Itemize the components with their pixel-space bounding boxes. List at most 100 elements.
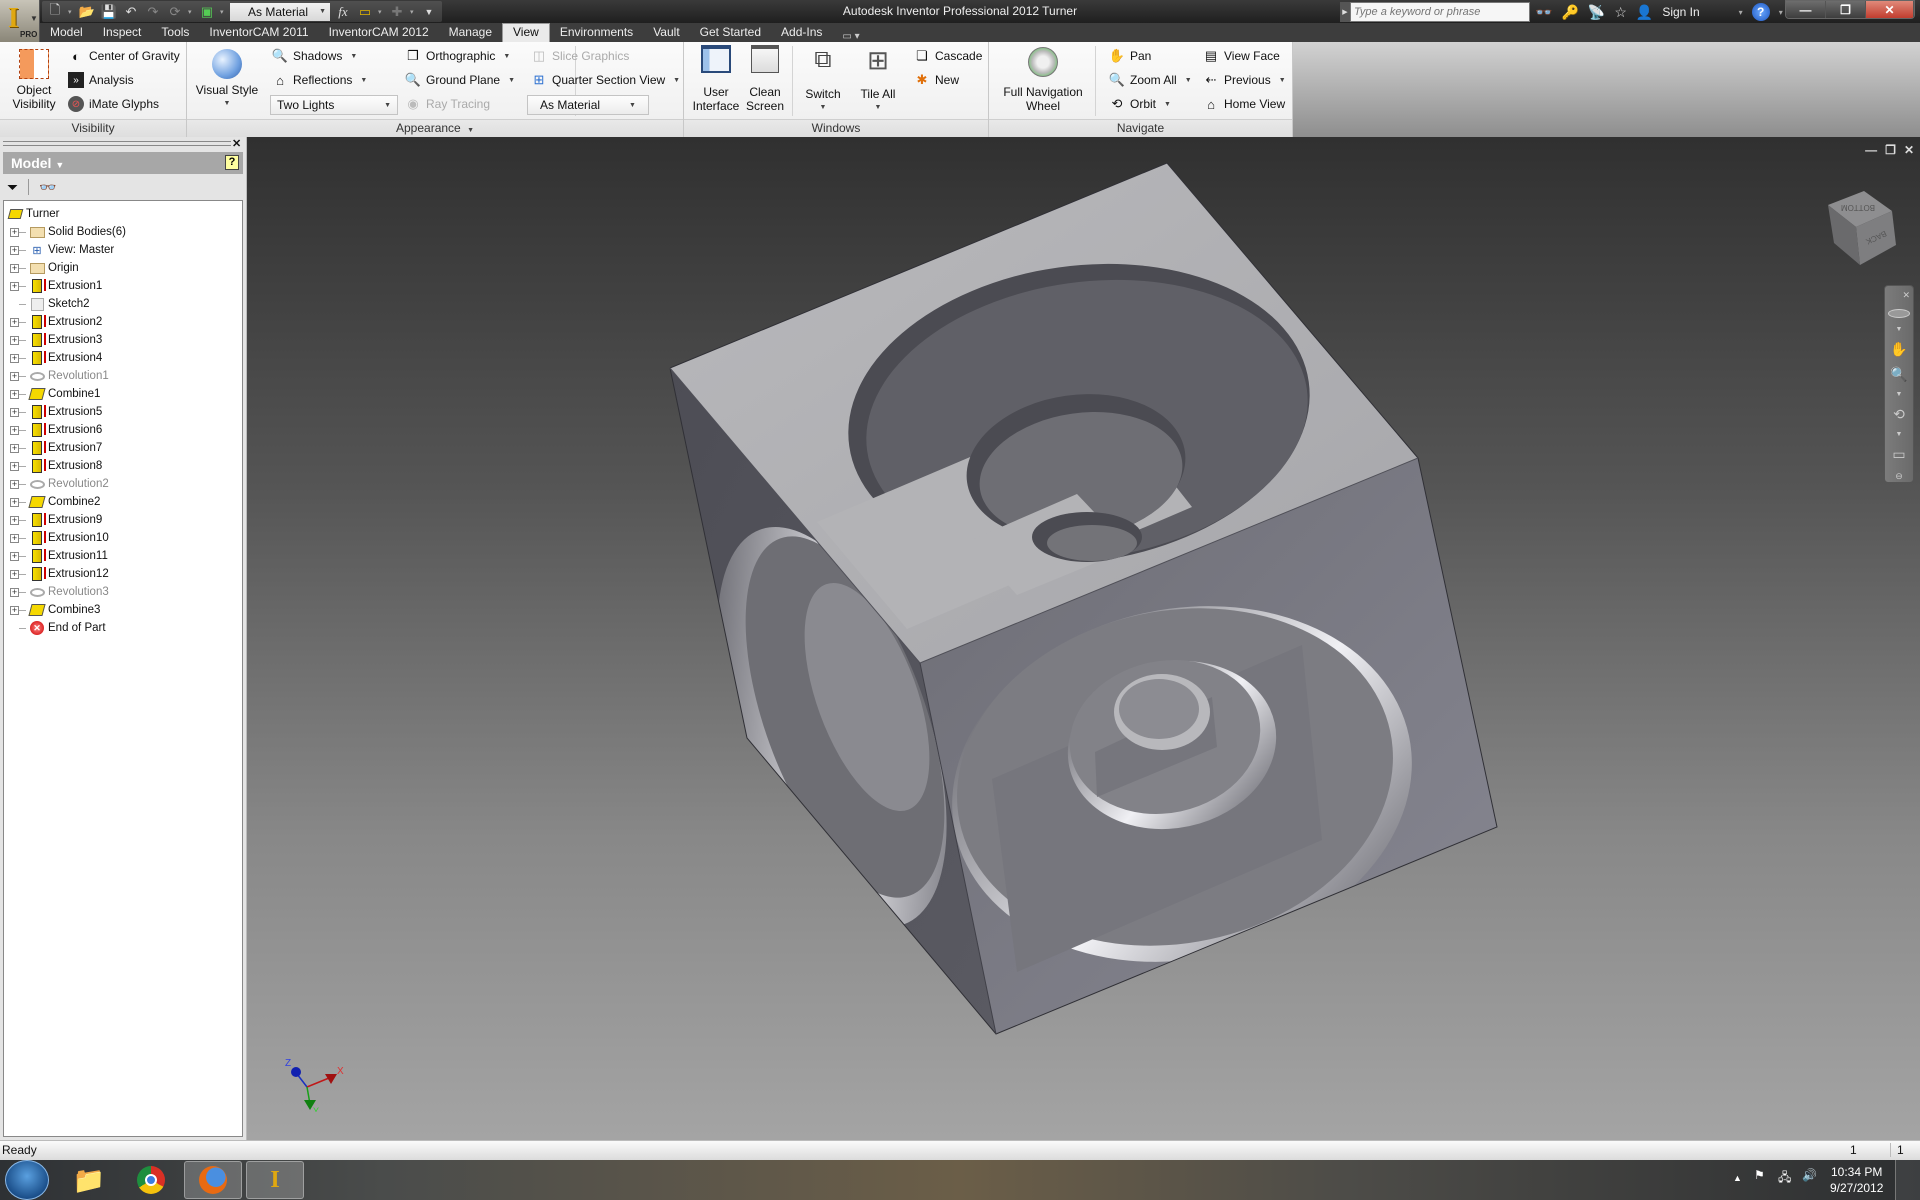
expand-icon[interactable]: + (10, 533, 19, 543)
tree-node[interactable]: + Extrusion1 (4, 277, 242, 295)
tree-node[interactable]: + Revolution2 (4, 475, 242, 493)
binoculars-icon[interactable]: 👓 (39, 179, 56, 196)
update-icon[interactable]: ⟳ (166, 4, 184, 20)
binoculars-icon[interactable]: 👓 (1535, 4, 1552, 21)
expand-icon[interactable]: + (10, 227, 19, 237)
tree-node[interactable]: + Extrusion5 (4, 403, 242, 421)
ray-tracing-button[interactable]: ◉ Ray Tracing (405, 94, 490, 114)
ribbon-minimize-icon[interactable]: ▭ ▾ (832, 31, 869, 42)
expand-icon[interactable]: + (10, 605, 19, 615)
browser-header[interactable]: Model ▼ ? (3, 152, 243, 174)
minimize-button[interactable]: — (1786, 1, 1826, 18)
slice-graphics-button[interactable]: ◫ Slice Graphics (531, 46, 630, 66)
ground-plane-button[interactable]: 🔍 Ground Plane ▼ (405, 70, 515, 90)
network-icon[interactable]: 🖧 (1778, 1168, 1791, 1189)
key-icon[interactable]: 🔑 (1561, 4, 1578, 21)
expand-icon[interactable]: + (10, 479, 19, 489)
object-visibility-button[interactable]: Object Visibility (6, 45, 62, 111)
browser-help-icon[interactable]: ? (225, 155, 239, 170)
pan-hand-icon[interactable]: ✋ (1890, 341, 1907, 358)
shadows-button[interactable]: 🔍 Shadows ▼ (272, 46, 357, 66)
parameters-fx-icon[interactable]: fx (334, 4, 352, 20)
chevron-down-icon[interactable]: ▼ (1896, 391, 1903, 398)
part-model[interactable] (247, 137, 1920, 1140)
tree-node[interactable]: + Extrusion7 (4, 439, 242, 457)
restore-button[interactable]: ❐ (1826, 1, 1866, 18)
expand-icon[interactable]: + (10, 389, 19, 399)
tree-node[interactable]: + Combine1 (4, 385, 242, 403)
tile-all-button[interactable]: ⊞ Tile All ▼ (854, 45, 902, 115)
analysis-button[interactable]: » Analysis (68, 70, 134, 90)
navbar-close-icon[interactable]: ✕ (1902, 290, 1910, 301)
navbar-options-icon[interactable]: ⊖ (1895, 471, 1903, 482)
orbit-icon[interactable]: ⟲ (1893, 406, 1905, 423)
close-button[interactable]: ✕ (1866, 1, 1914, 18)
tree-node[interactable]: + ⊞ View: Master (4, 241, 242, 259)
tree-node[interactable]: + Combine2 (4, 493, 242, 511)
viewcube[interactable]: BOTTOM BACK (1824, 187, 1900, 267)
graphics-viewport[interactable]: — ❐ ✕ BOTTOM BACK ✕ ▼ ✋ 🔍 ▼ ⟲ ▼ ▭ ⊖ Z X … (247, 137, 1920, 1140)
filter-icon[interactable]: ⏷ (7, 179, 18, 196)
expand-icon[interactable]: + (10, 353, 19, 363)
action-center-flag-icon[interactable]: ⚑ (1754, 1168, 1765, 1182)
tree-node[interactable]: + Extrusion9 (4, 511, 242, 529)
tray-expand-icon[interactable]: ▲ (1733, 1173, 1742, 1183)
new-window-button[interactable]: ✱ New (914, 70, 959, 90)
full-navigation-wheel-button[interactable]: Full Navigation Wheel (995, 45, 1091, 113)
system-clock[interactable]: 10:34 PM 9/27/2012 (1830, 1164, 1883, 1196)
user-icon[interactable]: 👤 (1636, 4, 1653, 21)
tree-node[interactable]: + Extrusion2 (4, 313, 242, 331)
tree-node[interactable]: + Extrusion6 (4, 421, 242, 439)
appearance-select[interactable]: As Material ▼ (527, 95, 649, 115)
material-select[interactable]: As Material ▼ (230, 2, 330, 21)
select-icon[interactable]: ▣ (198, 4, 216, 20)
orthographic-button[interactable]: ❒ Orthographic ▼ (405, 46, 510, 66)
update-dropdown-icon[interactable]: ▾ (188, 8, 194, 16)
expand-icon[interactable]: + (10, 407, 19, 417)
zoom-all-button[interactable]: 🔍 Zoom All ▼ (1109, 70, 1192, 90)
browser-close-icon[interactable]: ✕ (232, 137, 241, 150)
user-interface-button[interactable]: User Interface (690, 45, 742, 113)
undo-icon[interactable]: ↶ (122, 4, 140, 20)
tab-inspect[interactable]: Inspect (93, 24, 152, 42)
help-dropdown-icon[interactable]: ▾ (1779, 8, 1783, 17)
tab-model[interactable]: Model (40, 24, 93, 42)
tree-node[interactable]: + Combine3 (4, 601, 242, 619)
tree-node[interactable]: + Revolution3 (4, 583, 242, 601)
tab-manage[interactable]: Manage (439, 24, 502, 42)
tree-node[interactable]: ✕ End of Part (4, 619, 242, 637)
select-dropdown-icon[interactable]: ▾ (220, 8, 226, 16)
tree-node[interactable]: + Origin (4, 259, 242, 277)
visual-style-button[interactable]: Visual Style ▼ (195, 45, 259, 111)
expand-icon[interactable]: + (10, 245, 19, 255)
tree-node[interactable]: + Extrusion12 (4, 565, 242, 583)
taskbar-explorer[interactable]: 📁 (60, 1161, 118, 1199)
steering-wheel-icon[interactable] (1888, 309, 1910, 318)
switch-button[interactable]: ⧉ Switch ▼ (798, 45, 848, 115)
taskbar-chrome[interactable] (122, 1161, 180, 1199)
tree-node[interactable]: + Extrusion4 (4, 349, 242, 367)
search-input[interactable] (1350, 2, 1530, 22)
clean-screen-button[interactable]: Clean Screen (742, 45, 788, 113)
expand-search-icon[interactable]: ▶ (1340, 2, 1350, 22)
expand-icon[interactable]: + (10, 317, 19, 327)
browser-grip[interactable] (3, 141, 231, 146)
tab-environments[interactable]: Environments (550, 24, 643, 42)
tab-tools[interactable]: Tools (151, 24, 199, 42)
measure-dropdown-icon[interactable]: ▾ (378, 8, 384, 16)
pan-button[interactable]: ✋ Pan (1109, 46, 1151, 66)
tab-inventorcam-2011[interactable]: InventorCAM 2011 (199, 24, 318, 42)
appearance-panel-label[interactable]: Appearance ▼ (187, 119, 683, 137)
plus-icon[interactable]: ✚ (388, 4, 406, 20)
measure-icon[interactable]: ▭ (356, 4, 374, 20)
sign-in-dropdown-icon[interactable]: ▾ (1739, 8, 1743, 17)
expand-icon[interactable]: + (10, 425, 19, 435)
expand-icon[interactable]: + (10, 551, 19, 561)
tab-view[interactable]: View (502, 23, 550, 42)
expand-icon[interactable]: + (10, 587, 19, 597)
quarter-section-view-button[interactable]: ⊞ Quarter Section View ▼ (531, 70, 681, 90)
star-icon[interactable]: ☆ (1614, 4, 1627, 21)
tree-root[interactable]: Turner (4, 205, 242, 223)
tree-node[interactable]: + Solid Bodies(6) (4, 223, 242, 241)
tree-node[interactable]: + Extrusion11 (4, 547, 242, 565)
